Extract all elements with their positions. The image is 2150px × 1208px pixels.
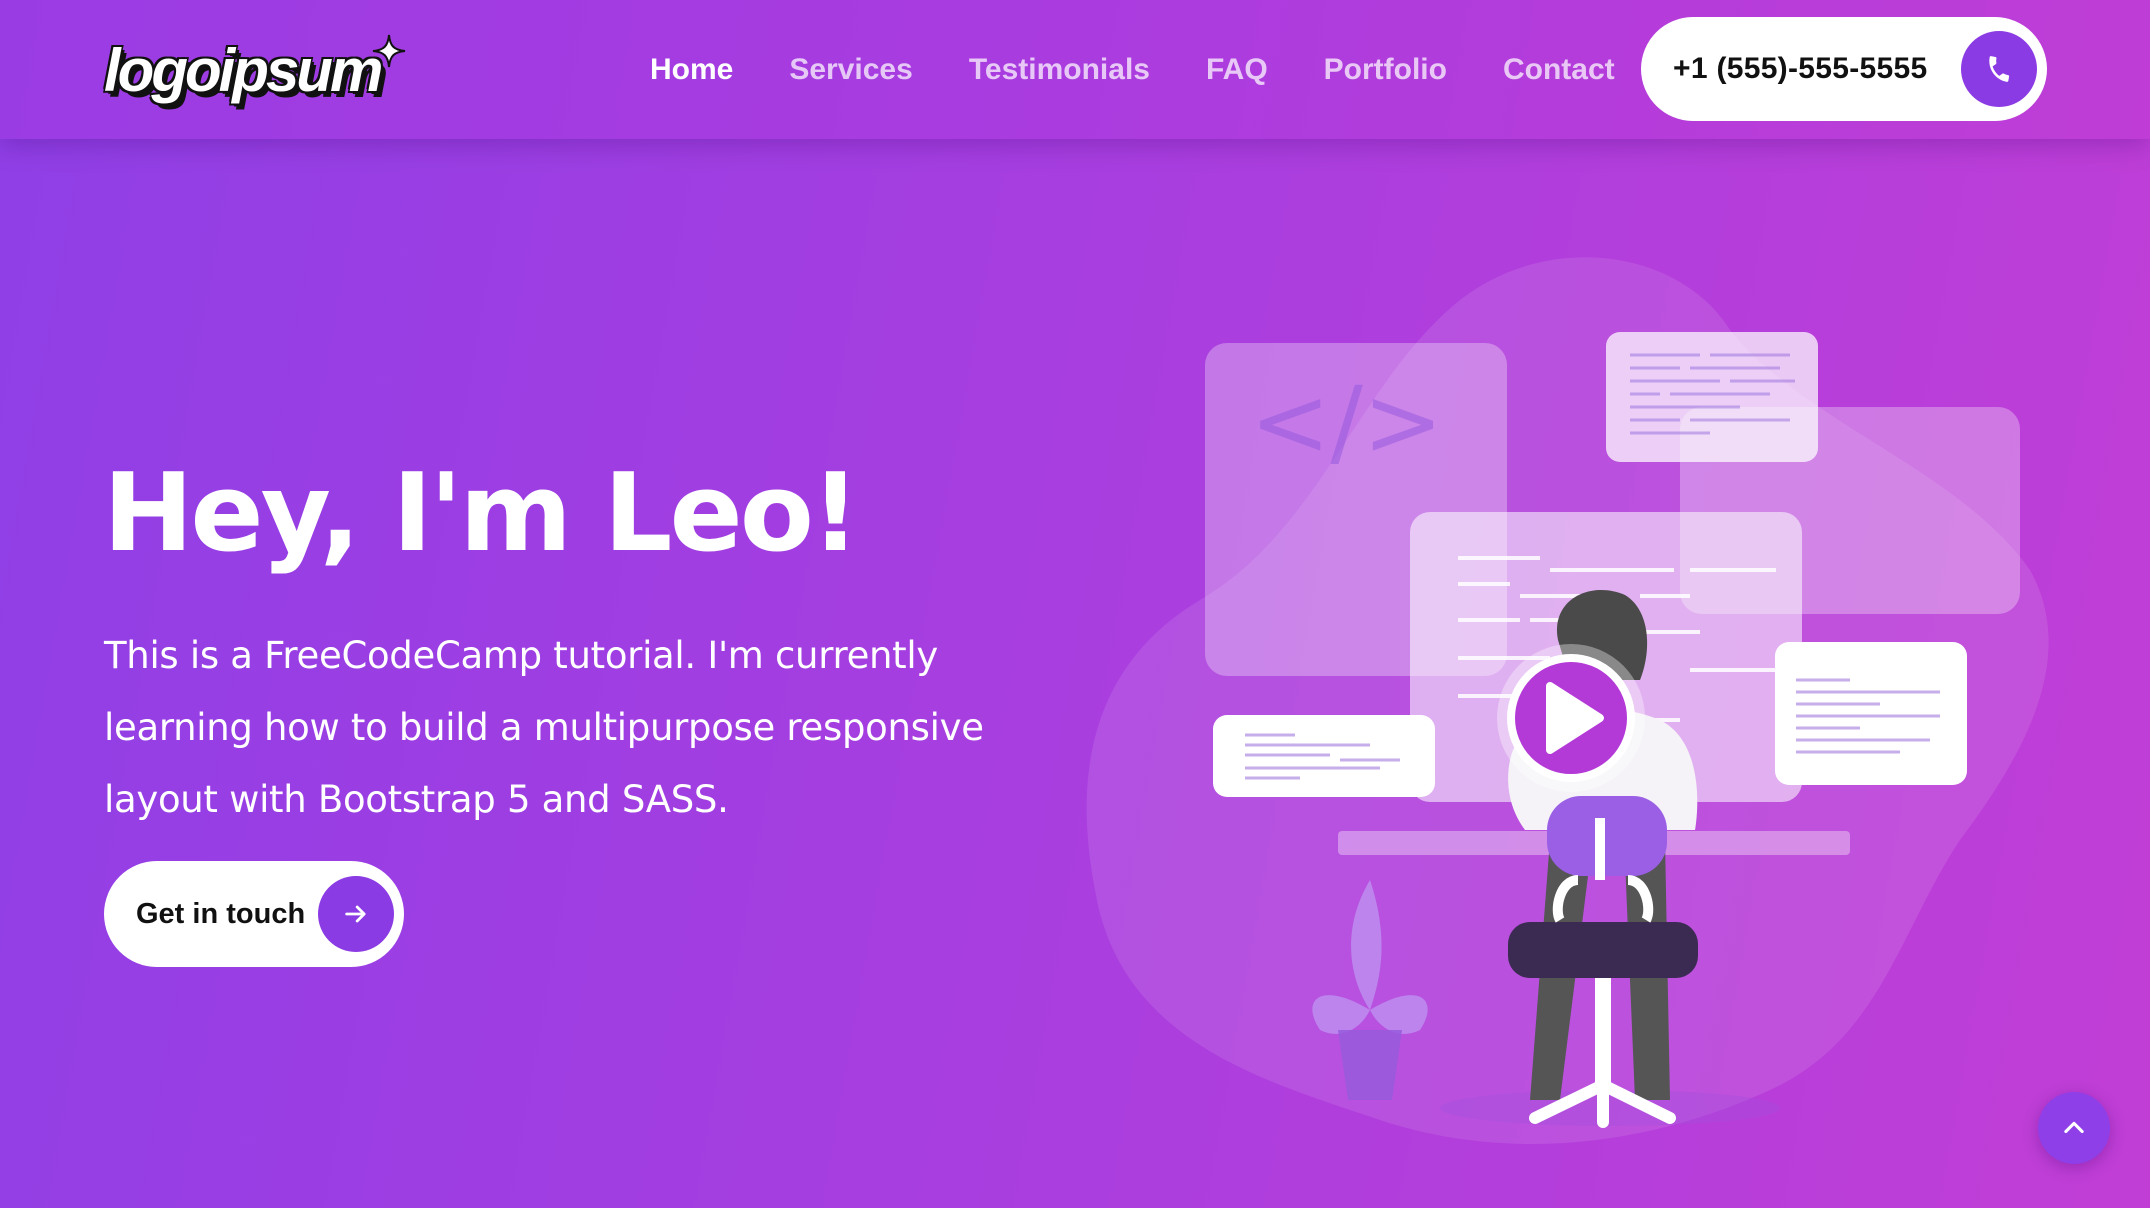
floor-shadow [1440,1090,1780,1126]
chair-post [1595,978,1611,1088]
nav-faq[interactable]: FAQ [1178,53,1296,87]
hero-illustration: </> [1086,257,2049,1144]
nav-portfolio[interactable]: Portfolio [1296,53,1475,87]
main-nav: Home Services Testimonials FAQ Portfolio… [622,0,1643,139]
chair-back [1547,796,1667,876]
phone-number: +1 (555)-555-5555 [1673,52,1928,85]
sparkle-icon [372,34,406,68]
hero-title: Hey, I'm Leo! [103,451,860,576]
scroll-to-top-button[interactable] [2038,1092,2110,1164]
logo-text: logoipsum [104,36,383,104]
get-in-touch-button[interactable]: Get in touch [104,861,404,967]
phone-button[interactable]: +1 (555)-555-5555 [1641,17,2047,121]
nav-testimonials[interactable]: Testimonials [941,53,1178,87]
chair-seat [1508,922,1698,978]
brand-logo[interactable]: logoipsum [104,30,406,110]
chevron-up-icon [2064,1121,2084,1134]
snippet-card-right [1775,642,1967,785]
phone-icon [1961,31,2037,107]
plant-pot [1338,1030,1402,1100]
snippet-card-top [1606,332,1818,462]
hero-description: This is a FreeCodeCamp tutorial. I'm cur… [104,634,984,821]
code-symbol: </> [1250,366,1443,478]
cta-label: Get in touch [136,897,306,930]
navbar: logoipsum Home Services Testimonials FAQ… [0,0,2150,139]
nav-home[interactable]: Home [622,53,761,87]
nav-contact[interactable]: Contact [1475,53,1643,87]
nav-services[interactable]: Services [761,53,940,87]
arrow-right-icon [318,876,394,952]
